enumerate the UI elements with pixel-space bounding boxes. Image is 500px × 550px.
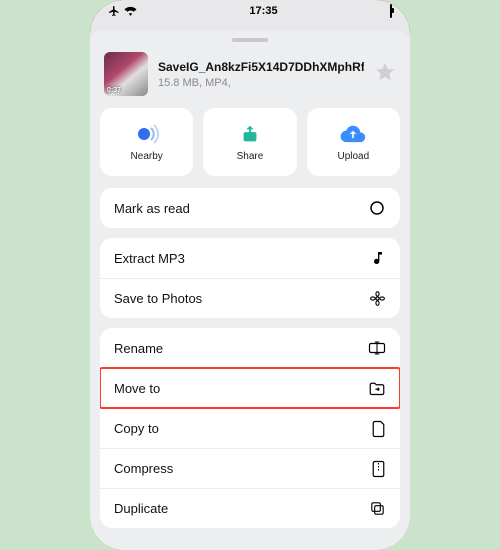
file-name: SaveIG_An8kzFi5X14D7DDhXMphRfwQ_DteM6vka… [158, 60, 364, 75]
row-label: Copy to [114, 421, 159, 436]
upload-tile[interactable]: Upload [307, 108, 400, 176]
video-thumbnail[interactable]: 0:37 [104, 52, 148, 96]
share-label: Share [237, 151, 264, 162]
upload-label: Upload [337, 151, 369, 162]
folder-arrow-icon [368, 381, 386, 396]
save-to-photos-row[interactable]: Save to Photos [100, 278, 400, 318]
favorite-button[interactable] [374, 61, 396, 88]
nearby-label: Nearby [131, 151, 163, 162]
battery-icon [390, 5, 392, 17]
mark-as-read-row[interactable]: Mark as read [100, 188, 400, 228]
zip-icon [371, 460, 386, 478]
duplicate-row[interactable]: Duplicate [100, 488, 400, 528]
nearby-icon [135, 122, 159, 146]
screen: 17:35 0:37 SaveIG_An8kzFi5X14D7DDhXMphRf… [90, 0, 410, 550]
status-time: 17:35 [249, 5, 277, 17]
row-label: Move to [114, 381, 160, 396]
share-icon [239, 122, 261, 146]
nearby-tile[interactable]: Nearby [100, 108, 193, 176]
music-note-icon [370, 250, 386, 266]
airplane-icon [108, 5, 120, 17]
rename-row[interactable]: Rename [100, 328, 400, 368]
rename-icon [368, 340, 386, 356]
move-to-row[interactable]: Move to [100, 368, 400, 408]
photos-flower-icon [369, 290, 386, 307]
phone-frame: 17:35 0:37 SaveIG_An8kzFi5X14D7DDhXMphRf… [90, 0, 410, 550]
row-label: Mark as read [114, 201, 190, 216]
copy-to-row[interactable]: Copy to [100, 408, 400, 448]
row-label: Extract MP3 [114, 251, 185, 266]
status-bar: 17:35 [90, 0, 410, 22]
action-sheet: 0:37 SaveIG_An8kzFi5X14D7DDhXMphRfwQ_Dte… [90, 30, 410, 550]
document-icon [371, 420, 386, 438]
file-meta: 15.8 MB, MP4, [158, 77, 364, 89]
compress-row[interactable]: Compress [100, 448, 400, 488]
wifi-icon [124, 6, 137, 16]
row-label: Save to Photos [114, 291, 202, 306]
circle-icon [368, 199, 386, 217]
row-label: Duplicate [114, 501, 168, 516]
action-list: Mark as read Extract MP3 Save t [90, 188, 410, 550]
row-label: Rename [114, 341, 163, 356]
extract-mp3-row[interactable]: Extract MP3 [100, 238, 400, 278]
sheet-header: 0:37 SaveIG_An8kzFi5X14D7DDhXMphRfwQ_Dte… [90, 52, 410, 108]
share-tile[interactable]: Share [203, 108, 296, 176]
duplicate-icon [369, 500, 386, 517]
quick-actions: Nearby Share Upload [90, 108, 410, 188]
video-duration: 0:37 [107, 87, 121, 94]
upload-icon [340, 122, 366, 146]
row-label: Compress [114, 461, 173, 476]
sheet-grabber[interactable] [232, 38, 268, 42]
